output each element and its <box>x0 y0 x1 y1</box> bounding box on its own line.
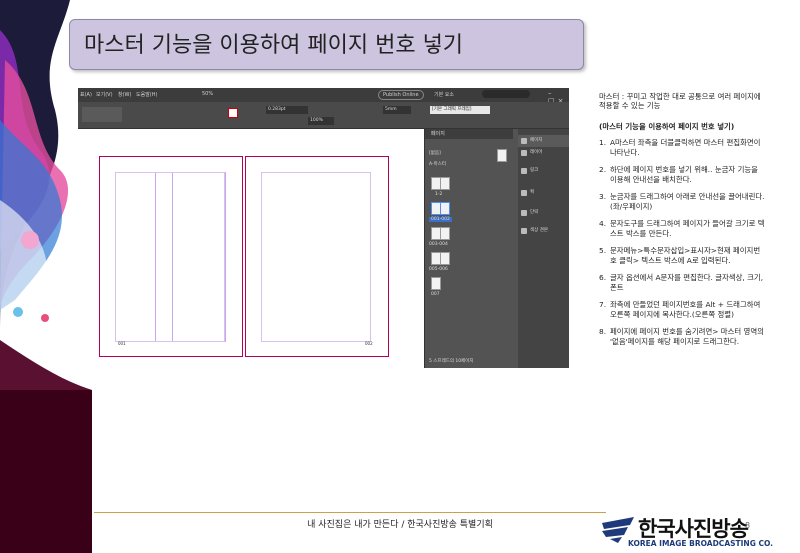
width-field[interactable]: 5mm <box>383 106 411 114</box>
list-item: 5. 문자메뉴>특수문자삽입>표시자>현재 페이지번호 클릭> 텍스트 박스에 A… <box>599 246 761 265</box>
list-item: 6. 글자 옵션에서 A문자를 편집한다. 글자색상, 크기, 폰트 <box>599 273 764 292</box>
page-title: 마스터 기능을 이용하여 페이지 번호 넣기 <box>84 33 464 58</box>
side-item-paragraph[interactable]: 단락 <box>518 207 569 219</box>
stroke-icon <box>521 190 527 196</box>
menu-item[interactable]: 도움말(H) <box>136 91 157 98</box>
list-item: 1. A마스터 좌측을 더블클릭하면 마스터 편집화면이 나타난다. <box>599 138 761 157</box>
layers-icon <box>521 150 527 156</box>
menu-bar: 표(A) 보기(V) 창(W) 도움말(H) 50% Publish Onlin… <box>78 88 569 105</box>
company-logo: 한국사진방송 KOREA IMAGE BROADCASTING CO. <box>598 511 800 553</box>
note-heading: (마스터 기능을 이용하여 페이지 번호 넣기) <box>599 121 735 131</box>
side-item-pages[interactable]: 페이지 <box>518 135 569 147</box>
list-item: 8. 페이지에 페이지 번호를 숨기려면> 마스터 영역의 '없음'페이지를 해당… <box>599 327 764 346</box>
menu-item[interactable]: 보기(V) <box>96 91 113 98</box>
paragraph-icon <box>521 210 527 216</box>
left-page[interactable]: 001 <box>99 156 243 357</box>
pages-panel-tab[interactable]: 페이지 <box>425 129 513 139</box>
page-label: 1-2 <box>435 192 443 197</box>
menu-item[interactable]: 창(W) <box>118 91 131 98</box>
pages-panel[interactable]: 페이지 [없음] A-마스터 1-2 001-002 003-004 005-0… <box>424 129 513 368</box>
page-number-right: 002 <box>365 341 373 346</box>
swatches-icon <box>521 228 527 234</box>
document-canvas[interactable]: 001 002 <box>78 129 424 368</box>
footer-text: 내 사진집은 내가 만든다 / 한국사진방송 특별기획 <box>307 520 493 530</box>
logo-english: KOREA IMAGE BROADCASTING CO. <box>628 539 774 548</box>
step-list: 1. A마스터 좌측을 더블클릭하면 마스터 편집화면이 나타난다. 2. 하단에 … <box>599 138 765 346</box>
control-bar: 0.283pt 100% 5mm [기본 그래픽 프레임] <box>78 102 569 129</box>
right-page[interactable]: 002 <box>245 156 389 357</box>
stroke-weight-field[interactable]: 0.283pt <box>266 106 308 114</box>
page-number: 8 <box>745 521 751 530</box>
page-label: 007 <box>431 292 440 297</box>
page-label: 003-004 <box>429 242 448 247</box>
side-panel-dock: 페이지 레이어 링크 획 단락 색상 견본 <box>518 129 569 368</box>
pages-panel-footer: 5 스프레드의 10페이지 <box>429 359 474 364</box>
frame-style-select[interactable]: [기본 그래픽 프레임] <box>430 106 490 114</box>
links-icon <box>521 168 527 174</box>
side-item-swatches[interactable]: 색상 견본 <box>518 225 569 237</box>
search-input[interactable] <box>482 90 530 98</box>
pages-icon <box>521 138 527 144</box>
side-item-links[interactable]: 링크 <box>518 165 569 177</box>
indesign-screenshot: 표(A) 보기(V) 창(W) 도움말(H) 50% Publish Onlin… <box>78 88 569 368</box>
side-item-layers[interactable]: 레이어 <box>518 147 569 159</box>
none-master[interactable]: [없음] <box>429 150 441 156</box>
note-intro: 마스터 : 꾸미고 작업한 대로 공통으로 여러 페이지에 적용할 수 있는 기… <box>599 92 761 111</box>
title-box: 마스터 기능을 이용하여 페이지 번호 넣기 <box>69 19 584 70</box>
fill-swatch-icon[interactable] <box>228 108 238 118</box>
list-item: 7. 좌측에 만들었던 페이지번호를 Alt + 드래그하여 오른쪽 페이지에 복… <box>599 300 761 319</box>
opacity-field[interactable]: 100% <box>308 117 334 125</box>
list-item: 3. 눈금자를 드래그하여 아래로 안내선을 끌어내린다. (좌/우페이지) <box>599 192 765 211</box>
page-label: 005-006 <box>429 267 448 272</box>
footer-divider <box>94 512 606 513</box>
page-label-selected[interactable]: 001-002 <box>429 217 452 222</box>
publish-online-button[interactable]: Publish Online <box>378 90 424 100</box>
a-master[interactable]: A-마스터 <box>429 161 446 167</box>
instruction-notes: 마스터 : 꾸미고 작업한 대로 공통으로 여러 페이지에 적용할 수 있는 기… <box>599 92 765 354</box>
zoom-level[interactable]: 50% <box>202 91 213 97</box>
side-item-stroke[interactable]: 획 <box>518 187 569 199</box>
reference-point-icon[interactable] <box>82 107 122 122</box>
none-master-thumb[interactable] <box>497 149 507 162</box>
page-number-left: 001 <box>118 341 126 346</box>
list-item: 2. 하단에 페이지 번호를 넣기 위해.. 눈금자 기능을 이용해 안내선을 배… <box>599 165 758 184</box>
menu-item[interactable]: 표(A) <box>80 91 92 98</box>
workspace-switcher[interactable]: 기본 요소 <box>434 91 454 98</box>
list-item: 4. 문자도구를 드래그하여 페이지가 들어갈 크기로 텍스트 박스를 만든다. <box>599 219 765 238</box>
